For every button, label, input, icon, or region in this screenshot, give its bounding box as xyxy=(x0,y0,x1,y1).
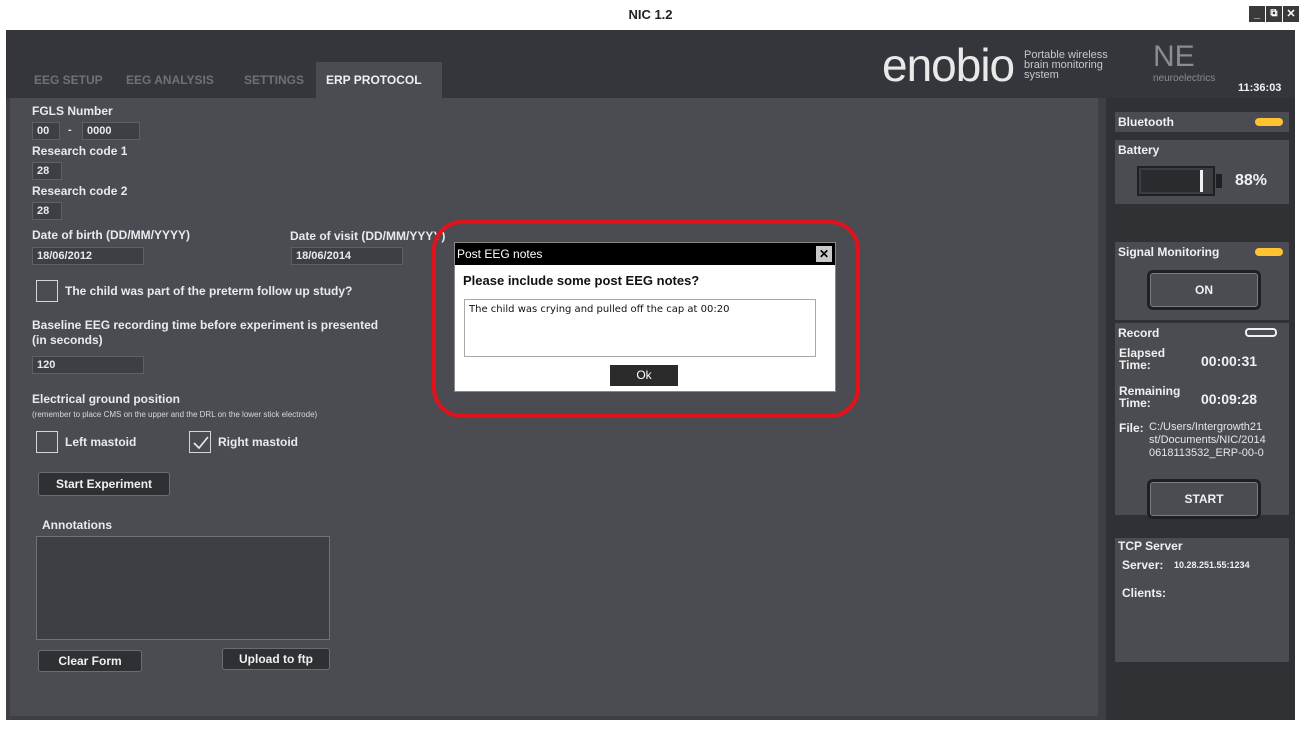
neuroelectrics-text: neuroelectrics xyxy=(1153,73,1216,84)
tagline-line: system xyxy=(1024,69,1059,81)
dob-label: Date of birth (DD/MM/YYYY) xyxy=(32,228,190,242)
research-code-2-input[interactable]: 28 xyxy=(32,202,62,220)
fgls-separator: - xyxy=(68,124,72,136)
record-panel: Elapsed Time: 00:00:31 Remaining Time: 0… xyxy=(1115,343,1289,519)
baseline-input[interactable]: 120 xyxy=(32,356,144,374)
fgls-label: FGLS Number xyxy=(32,104,113,118)
fgls-part2-input[interactable]: 0000 xyxy=(82,122,140,140)
battery-percent: 88% xyxy=(1235,172,1268,189)
window-title: NIC 1.2 xyxy=(628,7,673,22)
upload-ftp-button[interactable]: Upload to ftp xyxy=(222,648,330,670)
elapsed-time: 00:00:31 xyxy=(1201,353,1258,369)
remaining-label: Remaining Time: xyxy=(1119,385,1180,409)
remaining-label-line: Time: xyxy=(1119,396,1151,410)
minimize-button[interactable]: _ xyxy=(1249,6,1265,22)
baseline-label-unit: (in seconds) xyxy=(32,333,103,347)
preterm-label: The child was part of the preterm follow… xyxy=(65,284,353,298)
clock: 11:36:03 xyxy=(1238,82,1282,94)
file-path: C:/Users/Intergrowth21 st/Documents/NIC/… xyxy=(1149,421,1266,460)
tcp-server-panel: Server: 10.28.251.55:1234 Clients: xyxy=(1115,554,1289,662)
battery-terminal xyxy=(1216,174,1222,188)
annotations-label: Annotations xyxy=(42,518,112,532)
header: EEG SETUP EEG ANALYSIS SETTINGS ERP PROT… xyxy=(6,30,1295,98)
server-address: 10.28.251.55:1234 xyxy=(1174,560,1250,570)
battery-header: Battery xyxy=(1115,140,1289,160)
fgls-part1-input[interactable]: 00 xyxy=(32,122,60,140)
signal-monitoring-panel: ON xyxy=(1115,262,1289,320)
left-mastoid-checkbox[interactable] xyxy=(36,431,58,453)
dov-label: Date of visit (DD/MM/YYYY) xyxy=(290,229,446,243)
status-sidebar: Bluetooth Battery 88% Signal Monitoring … xyxy=(1106,98,1295,720)
clear-form-button[interactable]: Clear Form xyxy=(38,650,142,672)
research-code-1-label: Research code 1 xyxy=(32,144,128,158)
baseline-label: Baseline EEG recording time before exper… xyxy=(32,318,379,332)
tab-settings[interactable]: SETTINGS xyxy=(234,62,314,98)
ground-position-label: Electrical ground position xyxy=(32,392,181,406)
file-label: File: xyxy=(1119,421,1144,435)
clients-label: Clients: xyxy=(1122,586,1167,600)
signal-monitoring-header: Signal Monitoring xyxy=(1115,242,1289,262)
dialog-close-button[interactable]: ✕ xyxy=(816,246,832,262)
research-code-2-label: Research code 2 xyxy=(32,184,128,198)
bluetooth-header: Bluetooth xyxy=(1115,112,1289,132)
start-record-button[interactable]: START xyxy=(1147,479,1261,519)
tcp-server-header: TCP Server xyxy=(1115,538,1289,554)
bluetooth-label: Bluetooth xyxy=(1118,115,1174,129)
record-label: Record xyxy=(1118,326,1160,340)
dialog-title: Post EEG notes xyxy=(455,243,835,265)
dov-input[interactable]: 18/06/2014 xyxy=(291,247,403,265)
dialog-ok-button[interactable]: Ok xyxy=(610,365,678,386)
neuroelectrics-logo: NE xyxy=(1153,40,1195,73)
research-code-1-input[interactable]: 28 xyxy=(32,162,62,180)
ground-position-note: (remember to place CMS on the upper and … xyxy=(32,410,318,419)
checkmark-icon xyxy=(193,436,209,450)
elapsed-label: Elapsed Time: xyxy=(1119,347,1165,371)
battery-fill xyxy=(1141,170,1203,192)
window-titlebar: NIC 1.2 _ ⧉ ✕ xyxy=(0,0,1301,30)
preterm-checkbox[interactable] xyxy=(36,280,58,302)
file-path-line: st/Documents/NIC/2014 xyxy=(1149,434,1266,446)
tab-eeg-setup[interactable]: EEG SETUP xyxy=(24,62,113,98)
tab-eeg-analysis[interactable]: EEG ANALYSIS xyxy=(116,62,224,98)
enobio-logo: enobio xyxy=(882,39,1015,91)
right-mastoid-checkbox[interactable] xyxy=(189,431,211,453)
server-label: Server: xyxy=(1122,558,1164,572)
signal-monitoring-label: Signal Monitoring xyxy=(1118,245,1220,259)
record-header: Record xyxy=(1115,323,1289,343)
close-window-button[interactable]: ✕ xyxy=(1283,6,1299,22)
post-eeg-notes-dialog: Post EEG notes ✕ Please include some pos… xyxy=(454,242,836,392)
left-mastoid-label: Left mastoid xyxy=(65,435,137,449)
bluetooth-status-indicator xyxy=(1255,118,1283,126)
restore-button[interactable]: ⧉ xyxy=(1266,6,1282,22)
file-path-line: C:/Users/Intergrowth21 xyxy=(1149,421,1263,433)
annotations-textarea[interactable] xyxy=(36,536,330,640)
tab-erp-protocol[interactable]: ERP PROTOCOL xyxy=(316,62,442,98)
signal-status-indicator xyxy=(1255,248,1283,256)
record-status-indicator xyxy=(1245,328,1277,337)
battery-icon xyxy=(1137,166,1215,196)
elapsed-label-line: Time: xyxy=(1119,358,1151,372)
start-experiment-button[interactable]: Start Experiment xyxy=(38,472,170,496)
dob-input[interactable]: 18/06/2012 xyxy=(32,247,144,265)
remaining-time: 00:09:28 xyxy=(1201,391,1258,407)
file-path-line: 0618113532_ERP-00-0 xyxy=(1149,447,1264,459)
right-mastoid-label: Right mastoid xyxy=(218,435,298,449)
dialog-prompt: Please include some post EEG notes? xyxy=(463,273,700,288)
signal-on-button[interactable]: ON xyxy=(1147,270,1261,310)
battery-panel: 88% xyxy=(1115,160,1289,204)
post-eeg-notes-input[interactable]: The child was crying and pulled off the … xyxy=(464,299,816,357)
brand-tagline: Portable wireless brain monitoring syste… xyxy=(1024,50,1144,81)
